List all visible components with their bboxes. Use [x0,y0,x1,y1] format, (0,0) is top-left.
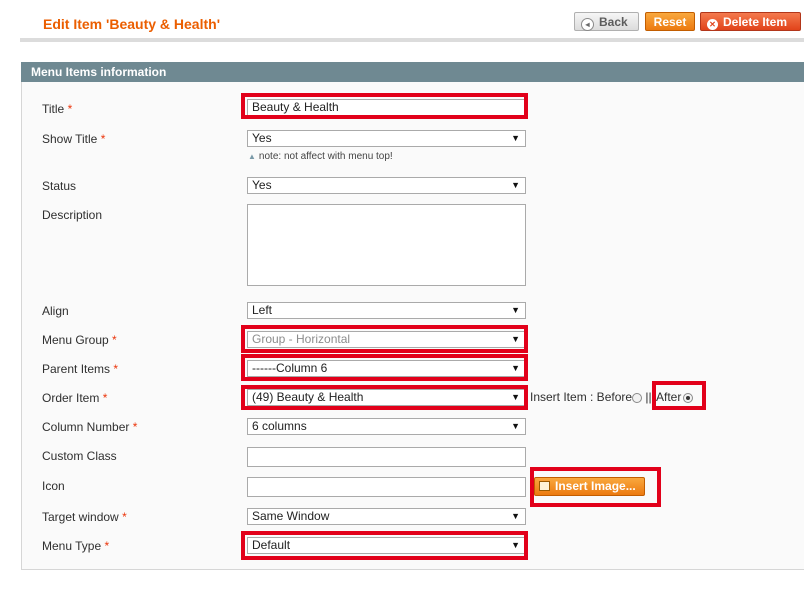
description-label: Description [42,208,103,222]
description-textarea[interactable] [247,204,526,286]
dropdown-arrow-icon: ▼ [511,133,520,143]
align-select[interactable]: Left ▼ [247,302,526,319]
back-button[interactable]: ◂ Back [574,12,639,31]
section-header: Menu Items information [21,62,804,82]
dropdown-arrow-icon: ▼ [511,305,520,315]
before-radio[interactable] [632,393,643,403]
highlight-box-parent-items [241,354,528,381]
show-title-note: ▲ note: not affect with menu top! [248,151,393,162]
icon-input[interactable] [247,477,526,497]
target-window-select[interactable]: Same Window ▼ [247,508,526,525]
required-mark: * [67,102,73,116]
parent-items-label: Parent Items * [42,362,119,376]
align-label: Align [42,304,69,318]
highlight-box-after-radio [652,381,706,410]
dropdown-arrow-icon: ▼ [511,511,520,521]
show-title-label: Show Title * [42,132,106,146]
required-mark: * [104,539,110,553]
radio-separator: || [645,390,652,404]
target-window-label: Target window * [42,510,127,524]
required-mark: * [100,132,106,146]
column-number-select[interactable]: 6 columns ▼ [247,418,526,435]
highlight-box-menu-group [241,325,528,353]
status-value: Yes [252,178,272,192]
highlight-box-title [241,93,528,119]
delete-button-label: Delete Item [723,15,788,29]
status-label: Status [42,179,77,193]
delete-item-button[interactable]: ✕ Delete Item [700,12,801,31]
header-divider [20,38,804,42]
dropdown-arrow-icon: ▼ [511,421,520,431]
reset-button[interactable]: Reset [645,12,695,31]
icon-label: Icon [42,479,65,493]
show-title-value: Yes [252,131,272,145]
insert-item-label: Insert Item : Before [530,390,633,404]
required-mark: * [112,333,117,347]
highlight-box-menu-type [241,531,528,560]
page-title: Edit Item 'Beauty & Health' [43,16,221,32]
column-number-label: Column Number * [42,420,138,434]
required-mark: * [113,362,119,376]
back-arrow-icon: ◂ [581,18,594,31]
note-triangle-icon: ▲ [248,152,256,161]
required-mark: * [102,391,108,405]
menu-type-label: Menu Type * [42,539,110,553]
order-item-label: Order Item * [42,391,108,405]
required-mark: * [132,420,138,434]
align-value: Left [252,303,273,317]
back-button-label: Back [599,15,628,29]
dropdown-arrow-icon: ▼ [511,180,520,190]
show-title-select[interactable]: Yes ▼ [247,130,526,147]
highlight-box-order-item [241,385,528,410]
status-select[interactable]: Yes ▼ [247,177,526,194]
close-circle-icon: ✕ [707,19,718,30]
column-number-value: 6 columns [252,419,307,433]
required-mark: * [122,510,127,524]
menu-group-label: Menu Group * [42,333,117,347]
insert-position-group: Insert Item : Before || [530,390,652,404]
custom-class-label: Custom Class [42,449,117,463]
highlight-box-insert-image [530,467,661,507]
title-label: Title * [42,102,73,116]
target-window-value: Same Window [252,509,330,523]
custom-class-input[interactable] [247,447,526,467]
